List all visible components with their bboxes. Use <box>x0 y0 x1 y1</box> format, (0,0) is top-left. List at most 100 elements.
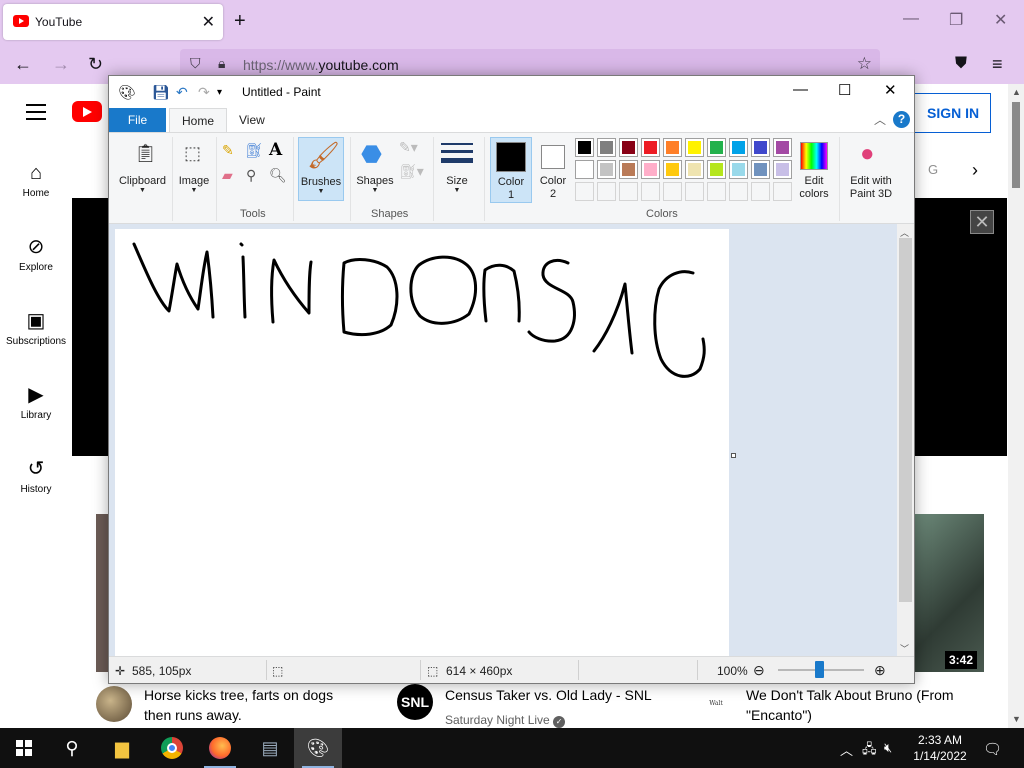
custom-color-slot[interactable] <box>751 182 770 201</box>
text-icon[interactable]: A <box>269 140 282 160</box>
palette-swatch[interactable] <box>685 160 704 179</box>
custom-color-slot[interactable] <box>641 182 660 201</box>
brushes-button[interactable]: 🖌︎ Brushes ▼ <box>298 137 344 201</box>
video-title[interactable]: Census Taker vs. Old Lady - SNL <box>445 685 652 705</box>
chips-next-chevron-icon[interactable]: › <box>972 160 978 181</box>
firefox-icon[interactable] <box>196 728 244 768</box>
clipboard-button[interactable]: 📋︎ Clipboard ▼ <box>115 137 170 201</box>
fill-bucket-icon[interactable]: ⛽︎ <box>245 142 263 159</box>
palette-swatch[interactable] <box>641 160 660 179</box>
scroll-down-icon[interactable]: ﹀ <box>900 642 909 655</box>
zoom-out-icon[interactable]: ⊖ <box>753 662 765 679</box>
custom-color-slot[interactable] <box>619 182 638 201</box>
custom-color-slot[interactable] <box>707 182 726 201</box>
video-thumbnail[interactable] <box>914 514 984 672</box>
shield-icon[interactable]: ⛉ <box>190 55 201 72</box>
notifications-icon[interactable]: 🗨︎ <box>983 740 1002 758</box>
banner-close-icon[interactable]: ✕ <box>970 210 994 234</box>
volume-muted-icon[interactable]: 🔇︎ <box>884 740 892 756</box>
paint-maximize-icon[interactable]: ☐ <box>838 81 851 99</box>
scroll-up-icon[interactable]: ▲ <box>1012 87 1021 97</box>
edit-with-paint3d-button[interactable]: ● Edit with Paint 3D <box>843 137 899 203</box>
palette-swatch[interactable] <box>729 138 748 157</box>
scroll-down-icon[interactable]: ▼ <box>1012 714 1021 724</box>
page-scrollbar[interactable]: ▲ ▼ <box>1008 84 1024 728</box>
color2-button[interactable]: Color 2 <box>535 137 571 203</box>
custom-color-slot[interactable] <box>663 182 682 201</box>
paint-taskbar-icon[interactable]: 🎨︎ <box>294 728 342 768</box>
channel-avatar[interactable]: SNL <box>397 684 433 720</box>
url-text[interactable]: https://www.youtube.com <box>243 57 399 73</box>
eraser-icon[interactable]: ▰ <box>222 167 233 184</box>
chip-fragment[interactable]: G <box>928 162 938 177</box>
canvas-scroll-thumb[interactable] <box>899 238 912 602</box>
search-icon[interactable]: ⚲ <box>48 728 96 768</box>
redo-icon[interactable]: ↷ <box>198 84 210 101</box>
sign-in-button[interactable]: SIGN IN <box>912 93 991 133</box>
network-icon[interactable]: 🖧︎ <box>862 740 877 762</box>
sidebar-item-subscriptions[interactable]: ▣ Subscriptions <box>0 308 72 347</box>
reload-icon[interactable]: ↻ <box>88 54 103 74</box>
undo-icon[interactable]: ↶ <box>176 84 188 101</box>
chrome-icon[interactable] <box>148 728 196 768</box>
custom-color-slot[interactable] <box>773 182 792 201</box>
forward-arrow-icon[interactable]: → <box>52 54 70 74</box>
channel-name[interactable]: Saturday Night Live ✓ <box>445 713 566 728</box>
palette-swatch[interactable] <box>575 138 594 157</box>
back-arrow-icon[interactable]: ← <box>14 54 32 74</box>
magnifier-icon[interactable]: 🔍︎ <box>269 167 287 184</box>
video-title[interactable]: We Don't Talk About Bruno (From "Encanto"… <box>746 685 954 725</box>
sidebar-item-explore[interactable]: ⊘ Explore <box>0 234 72 273</box>
file-explorer-icon[interactable]: ▆ <box>98 728 146 768</box>
palette-swatch[interactable] <box>707 138 726 157</box>
palette-swatch[interactable] <box>619 160 638 179</box>
canvas-resize-handle[interactable] <box>731 453 736 458</box>
customize-quick-access-icon[interactable]: ▾ <box>217 87 222 98</box>
palette-swatch[interactable] <box>751 138 770 157</box>
fill-icon[interactable]: ⛽︎▾ <box>399 163 424 180</box>
palette-swatch[interactable] <box>685 138 704 157</box>
paint-app-icon[interactable]: 🎨︎ <box>118 84 136 101</box>
color1-button[interactable]: Color 1 <box>490 137 532 203</box>
help-icon[interactable]: ? <box>893 111 910 128</box>
video-title[interactable]: Horse kicks tree, farts on dogs then runs… <box>144 685 333 725</box>
palette-swatch[interactable] <box>773 160 792 179</box>
image-button[interactable]: ⬚ Image ▼ <box>175 137 213 201</box>
menu-icon[interactable]: ≡ <box>992 54 1003 74</box>
close-tab-icon[interactable]: ✕ <box>202 12 215 32</box>
zoom-slider-thumb[interactable] <box>815 661 824 678</box>
palette-swatch[interactable] <box>707 160 726 179</box>
file-menu-tab[interactable]: File <box>109 108 166 132</box>
custom-color-slot[interactable] <box>575 182 594 201</box>
palette-swatch[interactable] <box>575 160 594 179</box>
drawing-canvas[interactable] <box>115 229 729 656</box>
shapes-button[interactable]: ⬣ Shapes ▼ <box>353 137 397 201</box>
palette-swatch[interactable] <box>663 138 682 157</box>
start-button[interactable] <box>0 728 48 768</box>
paint-close-icon[interactable]: ✕ <box>884 81 897 99</box>
sidebar-item-home[interactable]: ⌂ Home <box>0 160 72 199</box>
canvas-scrollbar[interactable]: ︿ ﹀ <box>897 224 914 656</box>
lock-icon[interactable]: 🔒︎ <box>218 55 225 72</box>
taskbar-clock[interactable]: 2:33 AM 1/14/2022 <box>904 732 976 764</box>
custom-color-slot[interactable] <box>685 182 704 201</box>
youtube-logo[interactable] <box>72 101 102 122</box>
collapse-ribbon-icon[interactable]: ︿ <box>874 111 886 128</box>
photos-icon[interactable]: ▤ <box>246 728 294 768</box>
pocket-icon[interactable]: ⛊ <box>955 54 967 74</box>
palette-swatch[interactable] <box>619 138 638 157</box>
close-window-icon[interactable]: ✕ <box>994 10 1007 30</box>
palette-swatch[interactable] <box>751 160 770 179</box>
scroll-thumb[interactable] <box>1012 102 1020 188</box>
zoom-in-icon[interactable]: ⊕ <box>874 662 886 679</box>
channel-avatar[interactable] <box>96 686 132 722</box>
outline-icon[interactable]: ✎▾ <box>399 139 418 156</box>
channel-avatar[interactable]: Walt Disney <box>698 686 734 743</box>
minimize-icon[interactable]: — <box>903 10 919 28</box>
bookmark-star-icon[interactable]: ☆ <box>857 54 872 74</box>
tab-home[interactable]: Home <box>169 108 228 132</box>
palette-swatch[interactable] <box>641 138 660 157</box>
new-tab-button[interactable]: + <box>234 10 246 33</box>
edit-colors-button[interactable]: Edit colors <box>793 137 835 203</box>
pencil-icon[interactable]: ✎ <box>222 142 234 159</box>
